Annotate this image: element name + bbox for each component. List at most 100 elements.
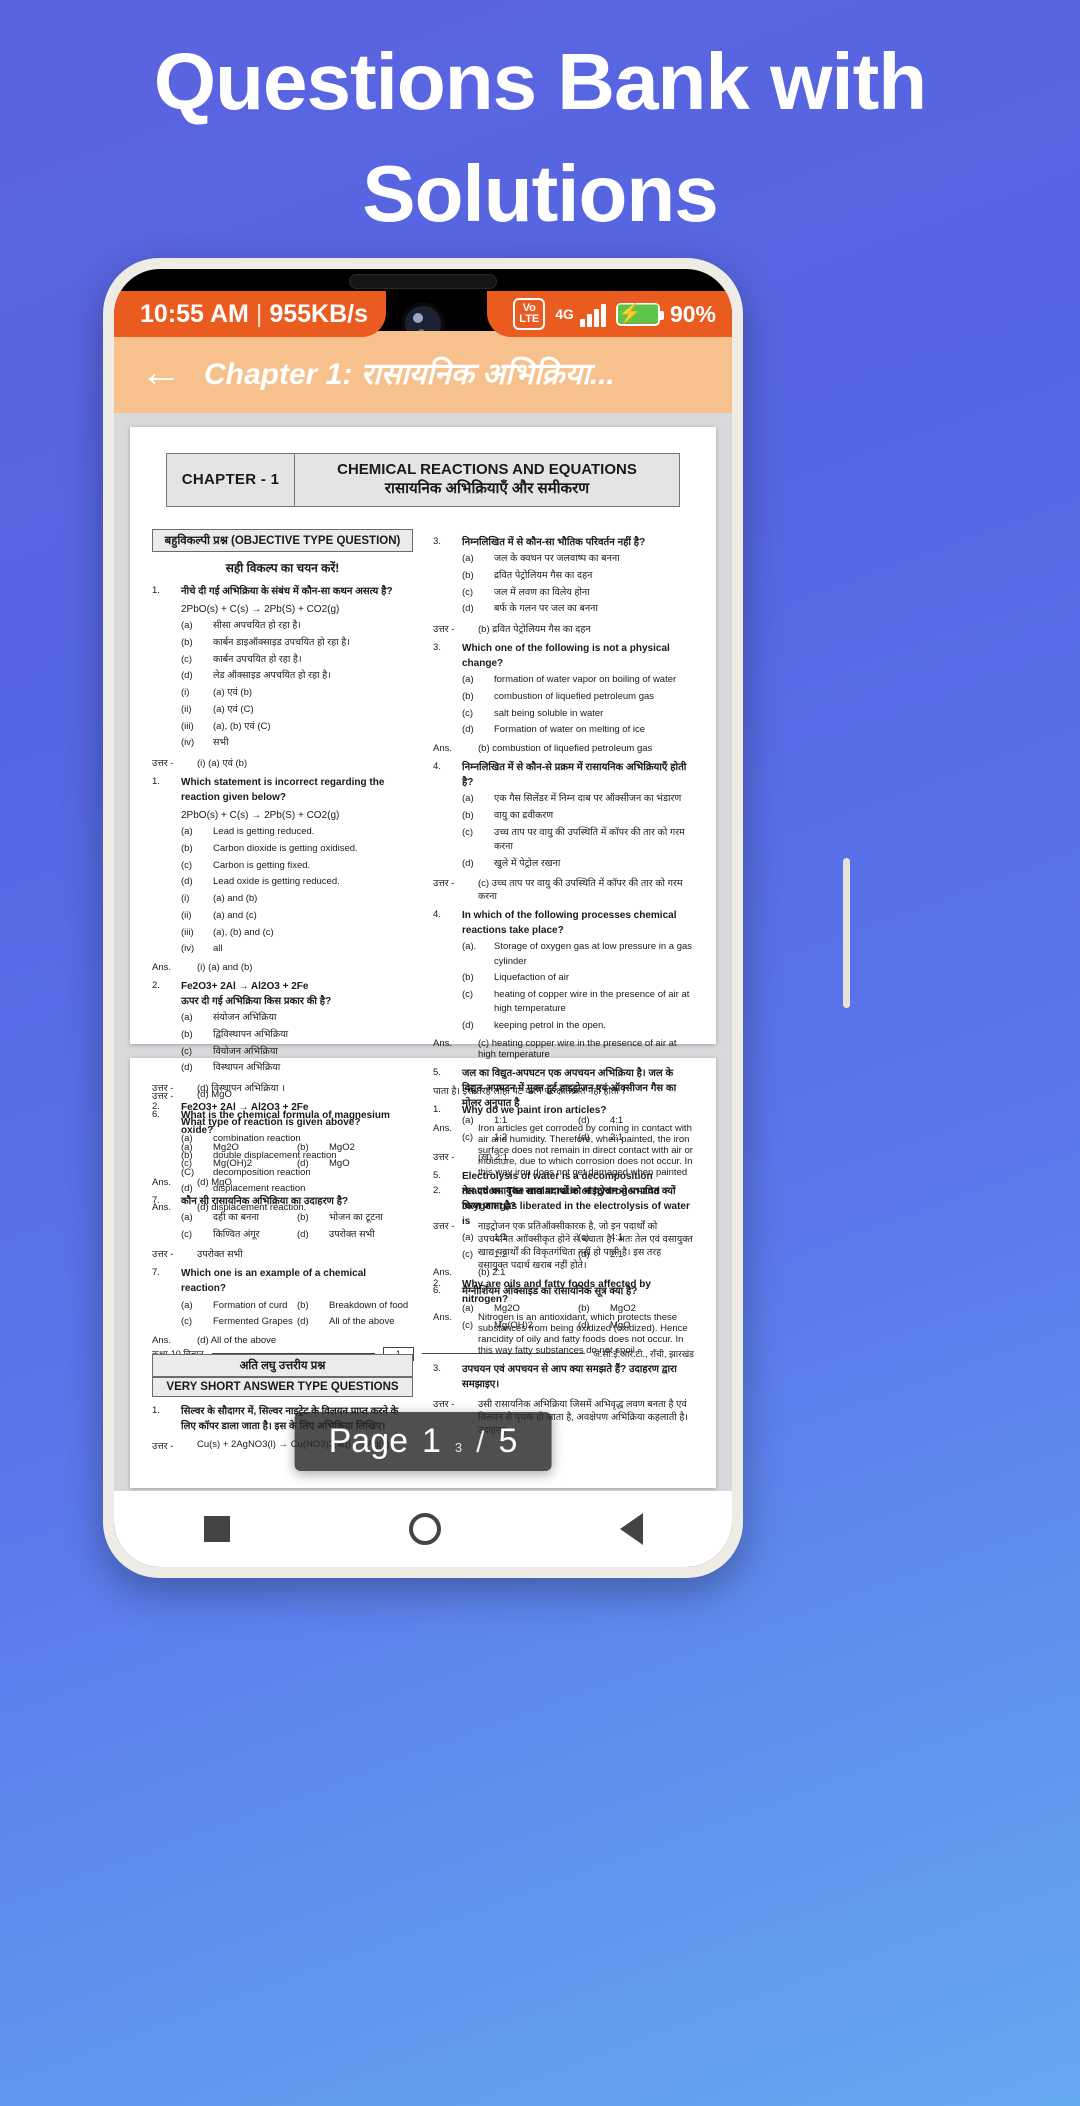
question-body: निम्नलिखित में से कौन-से प्रक्रम में रास… bbox=[462, 760, 694, 871]
option-label: (a) bbox=[181, 620, 193, 631]
status-separator: | bbox=[255, 299, 263, 328]
question-number: 6. bbox=[152, 1109, 160, 1120]
option-text: दही का बनना bbox=[213, 1212, 260, 1223]
option-text: भोजन का टूटना bbox=[329, 1212, 383, 1223]
question-text: ऊपर दी गई अभिक्रिया किस प्रकार की है? bbox=[181, 995, 332, 1007]
answer-row: उत्तर - उपरोक्त सभी bbox=[152, 1247, 413, 1260]
option-text: जल के क्वथन पर जलवाष्प का बनना bbox=[494, 553, 620, 564]
answer-row: उत्तर - (d) MgO bbox=[152, 1089, 413, 1102]
option-text: salt being soluble in water bbox=[494, 707, 604, 719]
option-text: Carbon dioxide is getting oxidised. bbox=[213, 842, 358, 854]
option-row: (d) Formation of water on melting of ice bbox=[462, 723, 694, 737]
continuation-text: पाता है। इस तरह लोहा पेट करने पर क्षतिग्… bbox=[433, 1086, 626, 1097]
page-title: Chapter 1: रासायनिक अभिक्रिया... bbox=[204, 357, 615, 391]
suboption-label: (iii) bbox=[181, 926, 194, 938]
option-text: संयोजन अभिक्रिया bbox=[213, 1012, 277, 1023]
option-label: (c) bbox=[181, 1045, 193, 1057]
suboption-row: (ii) (a) एवं (C) bbox=[181, 703, 413, 717]
option-text: Carbon is getting fixed. bbox=[213, 859, 311, 871]
question-text: Why are oils and fatty foods affected by… bbox=[462, 1279, 651, 1305]
question-body: Why do we paint iron articles? bbox=[462, 1103, 694, 1118]
android-navigation-bar bbox=[114, 1491, 732, 1567]
option-row: (d) MgO bbox=[297, 1157, 413, 1171]
question-body: कौन सी रासायनिक अभिक्रिया का उदाहरण है? … bbox=[181, 1194, 413, 1243]
section-bar-hindi: अति लघु उत्तरीय प्रश्न bbox=[152, 1353, 413, 1377]
option-row: (d) बर्फ के गलन पर जल का बनना bbox=[462, 602, 694, 616]
option-label: (d) bbox=[462, 1020, 474, 1031]
option-label: (a) bbox=[462, 793, 474, 804]
option-text: द्विविस्थापन अभिक्रिया bbox=[213, 1028, 289, 1040]
suboption-label: (ii) bbox=[181, 703, 192, 715]
option-text: All of the above bbox=[329, 1316, 395, 1328]
chapter-label: CHAPTER - 1 bbox=[167, 454, 295, 506]
back-triangle-icon[interactable] bbox=[619, 1513, 643, 1545]
status-time: 10:55 AM bbox=[140, 299, 249, 328]
option-grid: (a) Mg2O (b) MgO2 (c) Mg(OH)2 (d) MgO bbox=[181, 1138, 413, 1172]
answer-label: उत्तर - bbox=[433, 1221, 455, 1232]
status-bar-left: 10:55 AM | 955KB/s bbox=[114, 291, 387, 337]
promo-headline-line1: Questions Bank with bbox=[153, 37, 927, 126]
pdf-viewer[interactable]: CHAPTER - 1 CHEMICAL REACTIONS AND EQUAT… bbox=[114, 413, 732, 1491]
suboption-text: (a) and (c) bbox=[213, 909, 257, 921]
answer-label: Ans. bbox=[433, 1312, 453, 1323]
question-number: 2. bbox=[433, 1278, 441, 1289]
option-label: (a) bbox=[181, 1012, 193, 1023]
answer-value: नाइट्रोजन एक प्रतिऑक्सीकारक है, जो इन पद… bbox=[478, 1221, 693, 1271]
option-grid: (a) Formation of curd (b) Breakdown of foo… bbox=[181, 1296, 413, 1330]
phone-screen: 10:55 AM | 955KB/s Vo LTE 4G ⚡ 90% ← Cha… bbox=[114, 269, 732, 1567]
option-text: Formation of water on melting of ice bbox=[494, 724, 646, 736]
option-row: (c) Carbon is getting fixed. bbox=[181, 859, 413, 873]
question-number: 7. bbox=[152, 1194, 160, 1206]
question-body: Fe2O3+ 2Al → Al2O3 + 2Fe ऊपर दी गई अभिक्… bbox=[181, 979, 413, 1076]
option-label: (c) bbox=[462, 707, 474, 719]
answer-row: Ans. Nitrogen is an antioxidant, which p… bbox=[433, 1312, 694, 1356]
suboption-label: (iv) bbox=[181, 943, 195, 955]
option-row: (d) keeping petrol in the open. bbox=[462, 1019, 694, 1033]
option-row: (a) Formation of curd bbox=[181, 1299, 297, 1313]
recents-square-icon[interactable] bbox=[203, 1516, 230, 1542]
option-label: (d) bbox=[297, 1316, 309, 1328]
option-text: Lead oxide is getting reduced. bbox=[213, 876, 340, 888]
option-text: उपरोक्त सभी bbox=[329, 1228, 375, 1240]
page-indicator-total: 5 bbox=[498, 1422, 518, 1460]
answer-value: (b) combustion of liquefied petroleum ga… bbox=[478, 742, 653, 754]
option-text: Storage of oxygen gas at low pressure in… bbox=[494, 941, 693, 967]
answer-label: Ans. bbox=[152, 961, 172, 973]
battery-charging-icon: ⚡ bbox=[615, 302, 664, 326]
question-number: 1. bbox=[433, 1104, 441, 1115]
option-row: (b) Liquefaction of air bbox=[462, 971, 694, 985]
suboption-label: (iii) bbox=[181, 720, 194, 732]
option-row: (b) combustion of liquefied petroleum gas bbox=[462, 690, 694, 704]
suboption-text: (a) एवं (b) bbox=[213, 687, 253, 698]
option-row: (c) किण्वित अंगूर bbox=[181, 1228, 297, 1242]
answer-row: उत्तर - (b) द्रवित पेट्रोलियम गैस का दहन bbox=[433, 622, 694, 635]
suboption-text: सभी bbox=[213, 737, 229, 749]
option-label: (d) bbox=[181, 670, 193, 682]
option-text: Mg2O bbox=[213, 1141, 239, 1153]
phone-mockup: 10:55 AM | 955KB/s Vo LTE 4G ⚡ 90% ← Cha… bbox=[103, 258, 850, 1578]
option-row: (a) एक गैस सिलेंडर में निम्न दाब पर ऑक्सी… bbox=[462, 792, 694, 806]
option-row: (c) salt being soluble in water bbox=[462, 707, 694, 721]
question-body: Why are oils and fatty foods affected by… bbox=[462, 1277, 694, 1307]
status-bar: 10:55 AM | 955KB/s Vo LTE 4G ⚡ 90% bbox=[114, 269, 732, 341]
option-row: (c) वियोजन अभिक्रिया bbox=[181, 1045, 413, 1059]
option-row: (c) कार्बन उपचयित हो रहा है। bbox=[181, 653, 413, 667]
option-row: (b) द्विविस्थापन अभिक्रिया bbox=[181, 1028, 413, 1042]
question-text: निम्नलिखित में से कौन-सा भौतिक परिवर्तन … bbox=[462, 536, 646, 548]
option-label: (c) bbox=[181, 1158, 193, 1170]
option-text: जल में लवण का विलेय होना bbox=[494, 586, 590, 598]
question-text: Why do we paint iron articles? bbox=[462, 1105, 607, 1116]
option-label: (d) bbox=[181, 876, 193, 888]
back-arrow-icon[interactable]: ← bbox=[140, 351, 182, 393]
answer-label: उत्तर - bbox=[152, 1249, 174, 1260]
question-number: 1. bbox=[152, 1404, 160, 1416]
option-text: Breakdown of food bbox=[329, 1299, 409, 1311]
option-row: (c) heating of copper wire in the presenc… bbox=[462, 988, 694, 1017]
home-circle-icon[interactable] bbox=[408, 1513, 441, 1545]
answer-row: उत्तर - नाइट्रोजन एक प्रतिऑक्सीकारक है, … bbox=[433, 1219, 694, 1271]
option-label: (c) bbox=[462, 826, 474, 838]
answer-label: Ans. bbox=[433, 1123, 453, 1134]
page-indicator-label: Page bbox=[328, 1422, 408, 1460]
suboption-label: (i) bbox=[181, 893, 190, 904]
option-text: एक गैस सिलेंडर में निम्न दाब पर ऑक्सीजन … bbox=[494, 793, 682, 804]
